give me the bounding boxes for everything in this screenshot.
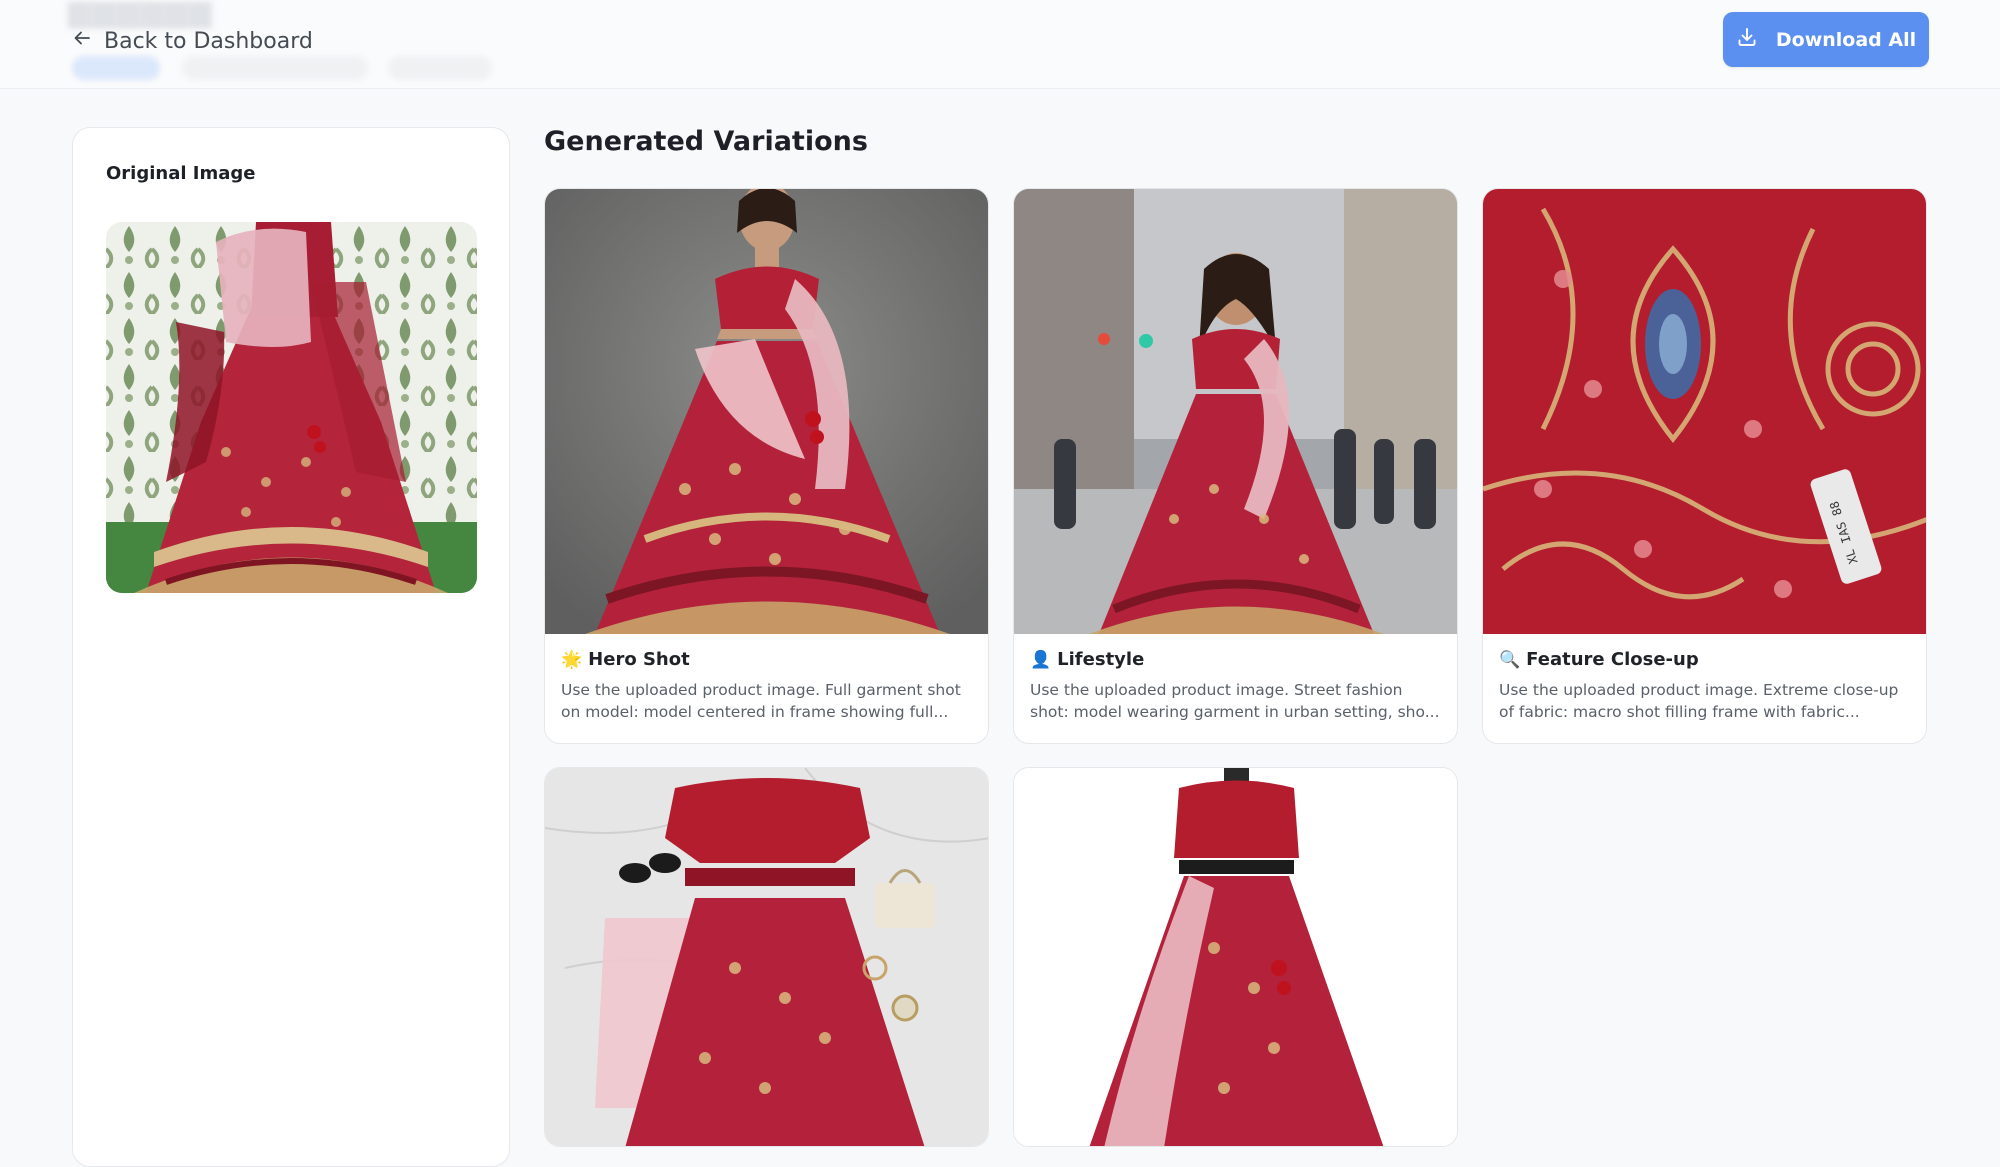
magnifier-icon: 🔍 <box>1499 649 1521 670</box>
feature-closeup-title-row: 🔍 Feature Close-up <box>1499 649 1699 670</box>
variation-card-hero-shot[interactable]: 🌟 Hero Shot Use the uploaded product ima… <box>544 188 989 744</box>
variation-card-flat-lay[interactable] <box>544 767 989 1147</box>
hero-shot-image <box>545 189 988 634</box>
download-all-label: Download All <box>1775 28 1917 51</box>
lifestyle-description: Use the uploaded product image. Street f… <box>1030 681 1440 721</box>
back-label: Back to Dashboard <box>104 28 313 54</box>
feature-closeup-description: Use the uploaded product image. Extreme … <box>1499 681 1899 721</box>
blurred-status-pill <box>72 56 160 80</box>
lifestyle-title: Lifestyle <box>1057 649 1145 670</box>
flat-lay-image <box>545 768 988 1146</box>
sparkle-icon: 🌟 <box>561 649 583 670</box>
back-to-dashboard-link[interactable]: Back to Dashboard <box>72 24 313 58</box>
hero-shot-description: Use the uploaded product image. Full gar… <box>561 681 961 721</box>
original-image-title: Original Image <box>106 163 256 184</box>
generated-variations-title: Generated Variations <box>544 126 868 157</box>
lifestyle-title-row: 👤 Lifestyle <box>1030 649 1144 670</box>
feature-closeup-image: XL IAS 88 <box>1483 189 1926 634</box>
person-icon: 👤 <box>1030 649 1052 670</box>
mannequin-image <box>1014 768 1457 1146</box>
hero-shot-title-row: 🌟 Hero Shot <box>561 649 690 670</box>
hero-shot-title: Hero Shot <box>588 649 690 670</box>
download-all-button[interactable]: Download All <box>1723 12 1929 67</box>
original-product-image[interactable] <box>106 222 477 593</box>
original-image-panel: Original Image <box>72 127 510 1167</box>
variation-card-mannequin[interactable] <box>1013 767 1458 1147</box>
top-header: ▆▆▆▆▆▆ Back to Dashboard Download All <box>0 0 2000 89</box>
blurred-meta-text-2 <box>388 56 492 80</box>
blurred-meta-text <box>182 56 368 80</box>
variation-card-feature-closeup[interactable]: XL IAS 88 🔍 Feature Close-up Use the upl… <box>1482 188 1927 744</box>
arrow-left-icon <box>72 28 92 54</box>
feature-closeup-title: Feature Close-up <box>1526 649 1699 670</box>
download-icon <box>1736 26 1758 53</box>
variation-card-lifestyle[interactable]: 👤 Lifestyle Use the uploaded product ima… <box>1013 188 1458 744</box>
lifestyle-image <box>1014 189 1457 634</box>
